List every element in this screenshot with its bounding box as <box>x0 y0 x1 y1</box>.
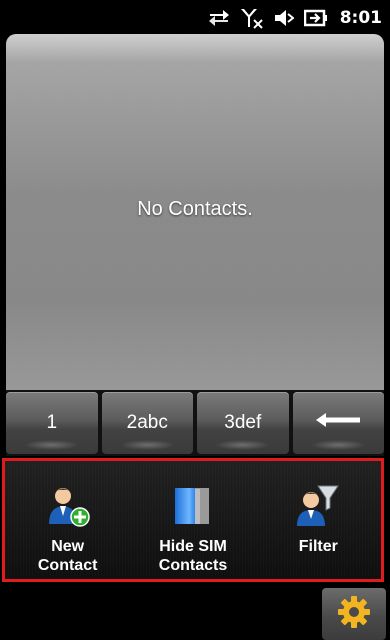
new-contact-button[interactable]: New Contact <box>5 461 130 579</box>
settings-button[interactable] <box>322 588 386 640</box>
volume-muted-icon <box>274 8 294 28</box>
sim-card-icon <box>170 483 216 529</box>
battery-charging-icon <box>303 9 328 27</box>
key-3def[interactable]: 3def <box>197 392 289 454</box>
key-1[interactable]: 1 <box>6 392 98 454</box>
new-contact-label: New Contact <box>37 538 98 574</box>
filter-icon <box>295 483 341 529</box>
backspace-arrow-icon <box>315 412 361 434</box>
status-bar: 8:01 <box>0 0 390 34</box>
filter-label: Filter <box>298 538 338 555</box>
action-bar: New Contact Hide SIM Contacts Filter <box>2 458 384 582</box>
empty-state-message: No Contacts. <box>137 198 253 220</box>
new-contact-icon <box>45 483 91 529</box>
gear-icon <box>336 594 372 635</box>
backspace-button[interactable] <box>292 392 384 454</box>
bottom-bar <box>0 584 390 640</box>
hide-sim-contacts-label: Hide SIM Contacts <box>158 538 228 574</box>
status-icons: 8:01 <box>208 6 382 30</box>
key-2abc[interactable]: 2abc <box>101 392 193 454</box>
clock: 8:01 <box>339 8 382 28</box>
data-sync-icon <box>208 9 230 27</box>
keypad-row: 1 2abc 3def <box>6 390 384 456</box>
no-signal-icon <box>240 7 264 29</box>
hide-sim-contacts-button[interactable]: Hide SIM Contacts <box>130 461 255 579</box>
contacts-list-panel[interactable]: No Contacts. <box>6 34 384 390</box>
filter-button[interactable]: Filter <box>256 461 381 579</box>
